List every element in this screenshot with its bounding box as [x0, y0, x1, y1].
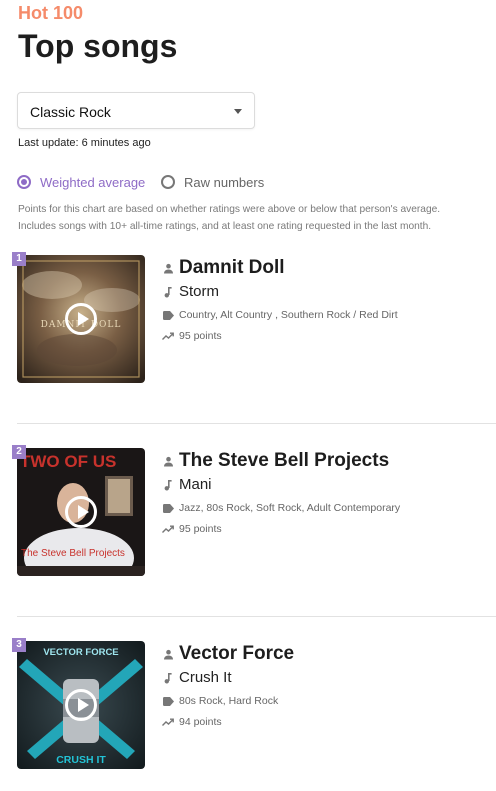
radio-weighted-average[interactable]: Weighted average [17, 173, 145, 191]
tag-icon [162, 310, 174, 320]
genres-row: Country, Alt Country , Southern Rock / R… [162, 309, 398, 321]
page-title: Top songs [18, 28, 178, 64]
track-link[interactable]: Storm [179, 283, 219, 300]
cover-text: TWO OF US [20, 452, 116, 471]
track-row: Crush It [162, 669, 232, 686]
genre-select-value: Classic Rock [30, 104, 111, 120]
radio-label: Raw numbers [184, 174, 265, 190]
trending-up-icon [162, 718, 174, 726]
points-text: 94 points [179, 716, 222, 728]
divider [17, 423, 496, 424]
person-icon [162, 649, 174, 660]
tag-icon [162, 696, 174, 706]
radio-unchecked-icon [161, 175, 175, 189]
play-icon[interactable] [65, 496, 97, 528]
genres-row: 80s Rock, Hard Rock [162, 695, 278, 707]
last-update-text: Last update: 6 minutes ago [18, 137, 151, 149]
points-row: 95 points [162, 330, 222, 342]
cover-text: VECTOR FORCE [43, 647, 118, 658]
play-icon[interactable] [65, 689, 97, 721]
radio-label: Weighted average [40, 174, 146, 190]
genres-row: Jazz, 80s Rock, Soft Rock, Adult Contemp… [162, 502, 400, 514]
points-row: 94 points [162, 716, 222, 728]
rank-badge: 2 [12, 445, 26, 459]
person-icon [162, 263, 174, 274]
album-cover[interactable]: TWO OF US The Steve Bell Projects [17, 448, 145, 576]
radio-raw-numbers[interactable]: Raw numbers [161, 173, 264, 191]
genres-text: 80s Rock, Hard Rock [179, 695, 279, 707]
song-item: 2 TWO OF US The Steve Bell Projects The … [0, 445, 496, 588]
music-note-icon [162, 479, 174, 491]
tag-icon [162, 503, 174, 513]
album-cover[interactable]: VECTOR FORCE CRUSH IT [17, 641, 145, 769]
track-link[interactable]: Mani [179, 476, 212, 493]
cover-text: CRUSH IT [56, 754, 106, 766]
points-row: 95 points [162, 523, 222, 535]
song-item: 3 VECTOR FORCE CRUSH IT Vector Force Cru… [0, 638, 496, 781]
song-item: 1 DAMNIT DOLL Damnit Doll Storm Country,… [0, 252, 496, 395]
artist-row: Damnit Doll [162, 257, 285, 279]
artist-link[interactable]: Vector Force [179, 643, 294, 665]
radio-checked-icon [17, 175, 31, 189]
trending-up-icon [162, 525, 174, 533]
points-text: 95 points [179, 523, 222, 535]
track-link[interactable]: Crush It [179, 669, 232, 686]
artist-link[interactable]: The Steve Bell Projects [179, 450, 389, 472]
artist-link[interactable]: Damnit Doll [179, 257, 285, 279]
person-icon [162, 456, 174, 467]
chart-description: Points for this chart are based on wheth… [18, 204, 441, 232]
track-row: Mani [162, 476, 212, 493]
genres-text: Country, Alt Country , Southern Rock / R… [179, 309, 398, 321]
artist-row: The Steve Bell Projects [162, 450, 389, 472]
rank-badge: 3 [12, 638, 26, 652]
trending-up-icon [162, 332, 174, 340]
artist-row: Vector Force [162, 643, 294, 665]
divider [17, 616, 496, 617]
genres-text: Jazz, 80s Rock, Soft Rock, Adult Contemp… [179, 502, 401, 514]
chevron-down-icon [234, 109, 242, 114]
rank-badge: 1 [12, 252, 26, 266]
cover-text: The Steve Bell Projects [21, 548, 125, 559]
chart-eyebrow: Hot 100 [18, 3, 84, 23]
music-note-icon [162, 672, 174, 684]
play-icon[interactable] [65, 303, 97, 335]
album-cover[interactable]: DAMNIT DOLL [17, 255, 145, 383]
points-text: 95 points [179, 330, 222, 342]
track-row: Storm [162, 283, 219, 300]
music-note-icon [162, 286, 174, 298]
genre-select[interactable]: Classic Rock [17, 92, 255, 129]
